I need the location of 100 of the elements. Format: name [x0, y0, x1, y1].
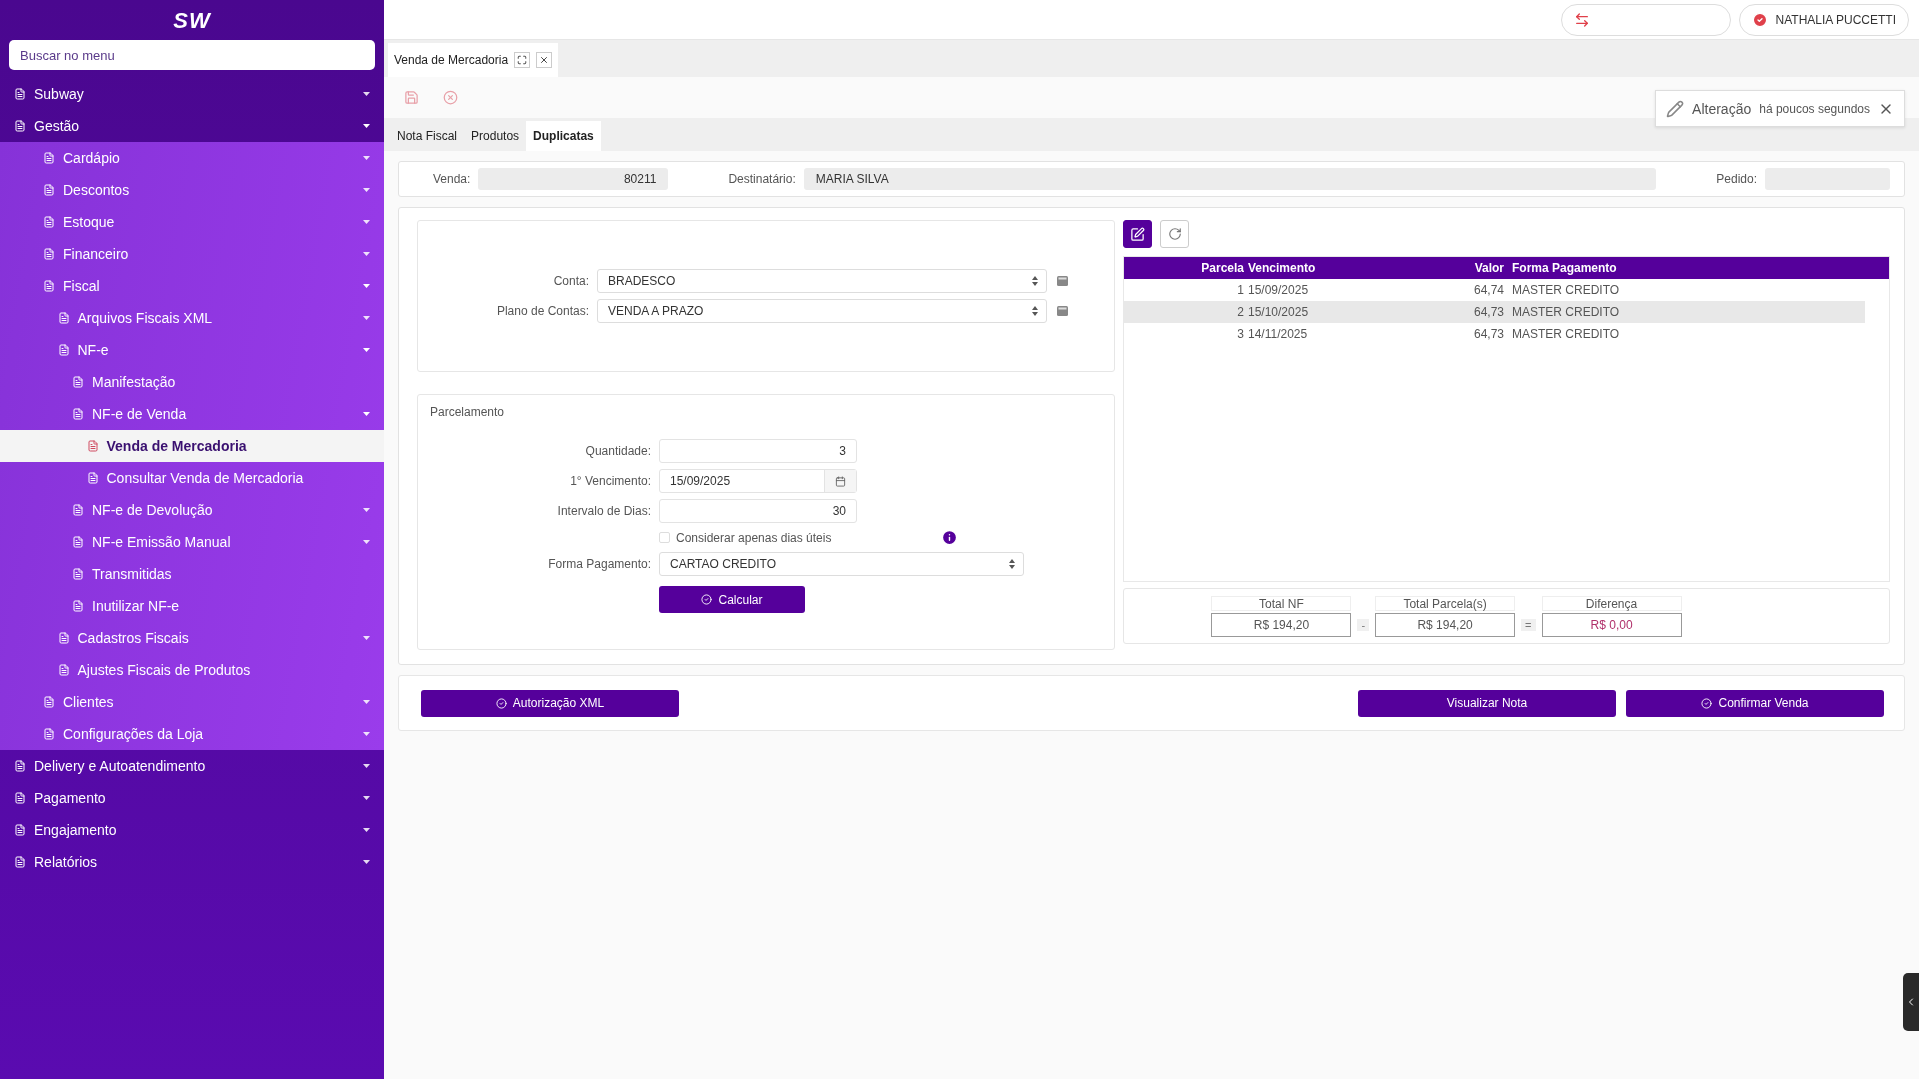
- menu-icon: [72, 600, 84, 612]
- form-tab[interactable]: Produtos: [464, 121, 527, 151]
- caret-icon: [363, 539, 370, 545]
- table-cell-text: 15/09/2025: [1248, 283, 1310, 297]
- caret-icon: [363, 635, 370, 641]
- input-field[interactable]: 3: [659, 439, 857, 463]
- refresh-icon: [1167, 227, 1182, 241]
- select-field[interactable]: BRADESCO: [597, 269, 1047, 293]
- menu-icon: [43, 216, 55, 228]
- menu-icon: [86, 440, 99, 452]
- table-cell-text: MASTER CREDITO: [1512, 305, 1621, 319]
- action-button[interactable]: Visualizar Nota: [1358, 689, 1616, 717]
- caret-icon: [363, 283, 370, 289]
- menu-item[interactable]: Gestão: [0, 110, 384, 142]
- table-row[interactable]: 3 14/11/2025 64,73 MASTER CREDITO: [1124, 323, 1865, 345]
- table-cell-text: MASTER CREDITO: [1512, 283, 1621, 297]
- table-cell-text: 64,74: [1472, 283, 1504, 297]
- select-field[interactable]: CARTAO CREDITO: [659, 552, 1024, 576]
- table-cell-text: 64,73: [1472, 327, 1504, 341]
- menu-item[interactable]: Transmitidas: [0, 558, 384, 590]
- menu-icon: [43, 184, 55, 196]
- info-icon: [941, 529, 958, 546]
- caret-icon: [363, 91, 370, 97]
- menu-item[interactable]: Financeiro: [0, 238, 384, 270]
- refresh-button[interactable]: [1160, 220, 1189, 248]
- action-button[interactable]: Autorização XML: [421, 689, 679, 717]
- logo: SW: [172, 7, 212, 35]
- field-label: Conta:: [552, 274, 589, 288]
- menu-item[interactable]: Fiscal: [0, 270, 384, 302]
- total-label: Diferença: [1541, 595, 1682, 611]
- toast-title: Alteração: [1692, 100, 1752, 117]
- column-header: Parcela: [1200, 261, 1244, 275]
- table-row[interactable]: 2 15/10/2025 64,73 MASTER CREDITO: [1124, 301, 1865, 323]
- panel-title: Parcelamento: [430, 405, 506, 419]
- menu-item[interactable]: NF-e: [0, 334, 384, 366]
- menu-item[interactable]: Cadastros Fiscais: [0, 622, 384, 654]
- menu-icon: [72, 504, 84, 516]
- user-status-icon: [1751, 11, 1768, 28]
- date-field[interactable]: 15/09/2025: [659, 469, 857, 493]
- cancel-icon: [443, 90, 458, 105]
- table-cell-text: 14/11/2025: [1248, 327, 1309, 341]
- edit-button[interactable]: [1123, 220, 1152, 248]
- menu-icon: [86, 472, 99, 484]
- menu-icon: [43, 696, 55, 708]
- check-icon: [701, 594, 713, 605]
- menu-item[interactable]: Pagamento: [0, 782, 384, 814]
- sort-icon: [1009, 559, 1015, 569]
- table-cell-text: MASTER CREDITO: [1512, 327, 1621, 341]
- column-header: Valor: [1473, 261, 1504, 275]
- menu-icon: [14, 88, 26, 100]
- column-header: Vencimento: [1248, 261, 1317, 275]
- document-tab[interactable]: Venda de Mercadoria: [388, 43, 559, 77]
- caret-icon: [363, 155, 370, 161]
- menu-icon: [57, 632, 70, 644]
- menu-item[interactable]: NF-e de Devolução: [0, 494, 384, 526]
- menu-item[interactable]: Venda de Mercadoria: [0, 430, 384, 462]
- menu-item[interactable]: Manifestação: [0, 366, 384, 398]
- menu-item[interactable]: Engajamento: [0, 814, 384, 846]
- menu-item[interactable]: Relatórios: [0, 846, 384, 878]
- menu-icon: [72, 408, 84, 420]
- menu-item[interactable]: NF-e Emissão Manual: [0, 526, 384, 558]
- menu-item[interactable]: Clientes: [0, 686, 384, 718]
- field-label: Forma Pagamento:: [547, 557, 651, 571]
- table-cell-text: 1: [1236, 283, 1244, 297]
- form-tab[interactable]: Nota Fiscal: [390, 121, 465, 151]
- menu-item[interactable]: Arquivos Fiscais XML: [0, 302, 384, 334]
- caret-icon: [363, 795, 370, 801]
- caret-icon: [363, 859, 370, 865]
- menu-item[interactable]: Consultar Venda de Mercadoria: [0, 462, 384, 494]
- menu-item[interactable]: Configurações da Loja: [0, 718, 384, 750]
- table-cell-text: 2: [1236, 305, 1244, 319]
- menu-item[interactable]: Delivery e Autoatendimento: [0, 750, 384, 782]
- menu-item[interactable]: Inutilizar NF-e: [0, 590, 384, 622]
- check-icon: [495, 697, 507, 709]
- panel-toggle[interactable]: [1903, 973, 1919, 1031]
- readonly-field: 80211: [478, 168, 669, 190]
- search-field[interactable]: Buscar no menu: [9, 40, 375, 70]
- edit-icon: [1130, 226, 1145, 242]
- menu-item[interactable]: Descontos: [0, 174, 384, 206]
- menu-icon: [14, 856, 26, 868]
- field-label: 1° Vencimento:: [569, 474, 651, 488]
- calculate-button[interactable]: Calcular: [659, 586, 805, 613]
- menu-item[interactable]: Cardápio: [0, 142, 384, 174]
- action-button[interactable]: Confirmar Venda: [1626, 689, 1884, 717]
- maximize-icon: [517, 55, 528, 65]
- input-field[interactable]: 30: [659, 499, 857, 523]
- menu-icon: [57, 344, 70, 356]
- field-label: Venda:: [433, 172, 471, 186]
- swap-icon: [1573, 11, 1590, 28]
- menu-item[interactable]: Subway: [0, 78, 384, 110]
- table-row[interactable]: 1 15/09/2025 64,74 MASTER CREDITO: [1124, 279, 1865, 301]
- menu-item[interactable]: Estoque: [0, 206, 384, 238]
- select-field[interactable]: VENDA A PRAZO: [597, 299, 1047, 323]
- menu-item[interactable]: Ajustes Fiscais de Produtos: [0, 654, 384, 686]
- menu-icon: [57, 664, 70, 676]
- checkbox[interactable]: [659, 532, 670, 543]
- calculator-icon: [1057, 276, 1068, 286]
- form-tab[interactable]: Duplicatas: [526, 121, 601, 151]
- total-value: R$ 0,00: [1541, 612, 1682, 637]
- menu-item[interactable]: NF-e de Venda: [0, 398, 384, 430]
